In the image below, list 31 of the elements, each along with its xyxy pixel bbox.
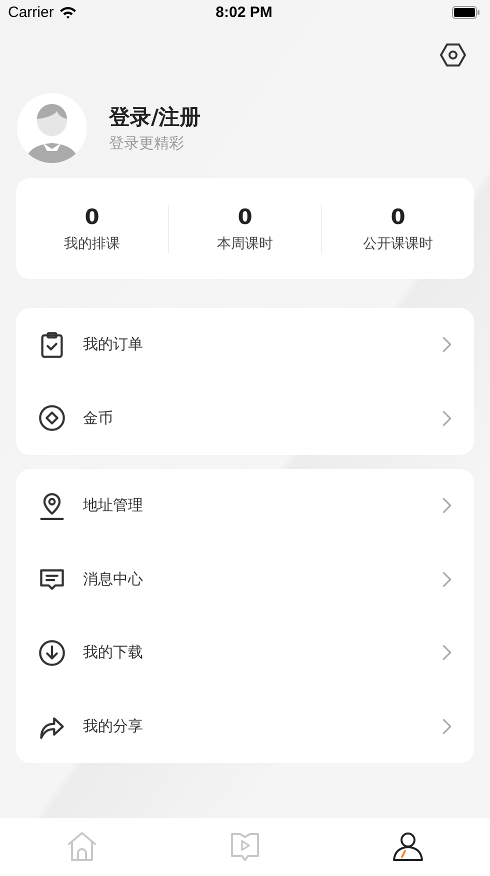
chevron-right-icon — [442, 497, 452, 514]
wifi-icon — [58, 6, 77, 19]
menu-item[interactable]: 我的分享 — [83, 716, 442, 736]
stat-value: 0 — [390, 204, 406, 228]
chevron-right-icon — [442, 644, 452, 662]
chevron-right-icon — [442, 336, 452, 354]
stat-value: 0 — [84, 204, 100, 228]
carrier-name: Carrier — [8, 4, 54, 21]
login-link[interactable]: 登录/注册 — [109, 102, 201, 130]
menu-item[interactable]: 地址管理 — [83, 496, 442, 516]
stat-label: 公开课课时 — [363, 234, 433, 252]
clock-time: 8:02 PM — [216, 4, 272, 21]
location-pin-icon — [38, 492, 66, 520]
avatar-icon[interactable] — [17, 92, 87, 162]
chevron-right-icon — [442, 718, 452, 735]
stat-value: 0 — [238, 204, 252, 228]
download-icon — [38, 638, 66, 667]
chevron-right-icon — [442, 570, 452, 588]
menu-item[interactable]: 金币 — [83, 408, 442, 428]
coin-icon — [38, 404, 66, 432]
menu-item[interactable]: 消息中心 — [83, 570, 442, 589]
profile-subtitle: 登录更精彩 — [109, 134, 185, 152]
settings-icon[interactable] — [440, 42, 466, 68]
menu-item[interactable]: 我的下载 — [83, 643, 442, 662]
stat-label: 本周课时 — [217, 234, 273, 252]
chevron-right-icon — [442, 410, 452, 427]
stat-label: 我的排课 — [64, 234, 120, 252]
menu-item[interactable]: 我的订单 — [83, 335, 442, 354]
clipboard-icon — [38, 330, 66, 359]
person-icon[interactable] — [391, 830, 426, 864]
battery-icon — [452, 6, 480, 19]
